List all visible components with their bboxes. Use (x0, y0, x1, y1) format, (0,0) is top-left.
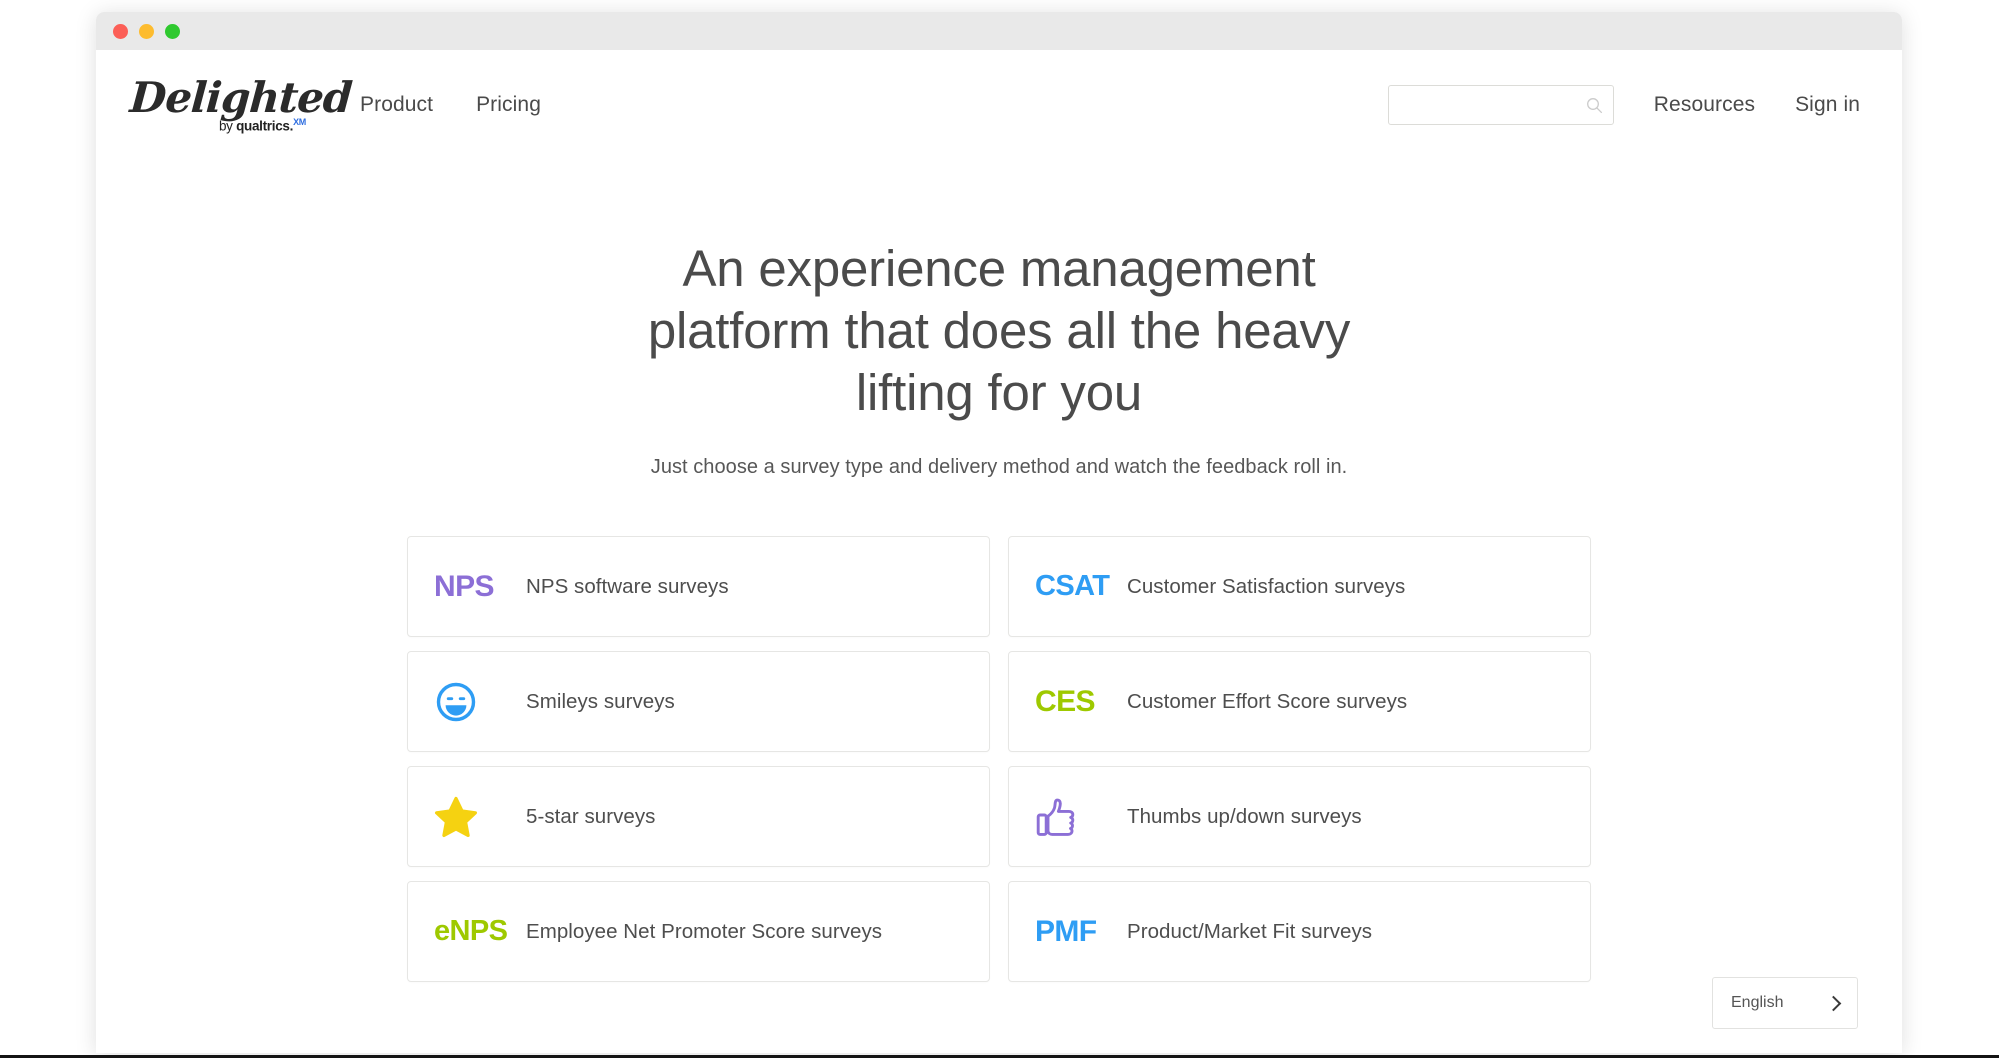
language-selector[interactable]: English (1712, 977, 1858, 1029)
delighted-logo[interactable]: Delighted by qualtrics.XM (128, 72, 354, 134)
logo-wordmark: Delighted (128, 72, 354, 122)
survey-type-card[interactable]: 5-star surveys (407, 766, 990, 867)
search-input[interactable] (1400, 95, 1586, 115)
survey-type-card[interactable]: NPS NPS software surveys (407, 536, 990, 637)
hero-section: An experience management platform that d… (96, 160, 1902, 479)
window-controls (113, 23, 180, 39)
thumbs-up-icon (1035, 795, 1127, 839)
primary-navigation: Product Pricing (360, 93, 541, 117)
survey-type-label: Product/Market Fit surveys (1127, 919, 1373, 943)
survey-type-label: Thumbs up/down surveys (1127, 804, 1362, 828)
survey-type-label: 5-star surveys (526, 804, 656, 828)
survey-type-label: Customer Effort Score surveys (1127, 689, 1408, 713)
star-icon (434, 795, 526, 839)
csat-text-badge: CSAT (1035, 570, 1110, 602)
enps-text-badge: eNPS (434, 915, 508, 947)
header-utility-area: Resources Sign in (1387, 85, 1860, 125)
survey-type-label: Employee Net Promoter Score surveys (526, 919, 883, 943)
survey-type-label: Smileys surveys (526, 689, 675, 713)
page-viewport: Delighted by qualtrics.XM Product Pricin… (96, 50, 1902, 1053)
survey-type-card[interactable]: CES Customer Effort Score surveys (1008, 651, 1591, 752)
browser-window: Delighted by qualtrics.XM Product Pricin… (96, 12, 1902, 1053)
pmf-text-badge: PMF (1035, 914, 1097, 948)
site-header: Delighted by qualtrics.XM Product Pricin… (96, 50, 1902, 160)
nav-link-pricing[interactable]: Pricing (476, 93, 541, 117)
survey-type-card[interactable]: PMF Product/Market Fit surveys (1008, 881, 1591, 982)
close-window-button[interactable] (113, 23, 128, 39)
survey-type-grid: NPS NPS software surveys CSAT Customer Sati… (407, 536, 1591, 982)
survey-type-label: Customer Satisfaction surveys (1127, 574, 1406, 598)
hero-subtitle: Just choose a survey type and delivery m… (650, 456, 1348, 478)
survey-type-card[interactable]: Smileys surveys (407, 651, 990, 752)
survey-type-card[interactable]: eNPS Employee Net Promoter Score surveys (407, 881, 990, 982)
search-box[interactable] (1387, 85, 1614, 125)
survey-type-card[interactable]: CSAT Customer Satisfaction surveys (1008, 536, 1591, 637)
search-icon[interactable] (1586, 97, 1603, 114)
ces-text-badge: CES (1035, 684, 1095, 718)
language-selector-label: English (1731, 994, 1784, 1011)
chevron-right-icon (1825, 995, 1842, 1011)
nav-link-product[interactable]: Product (360, 93, 433, 117)
survey-type-label: NPS software surveys (526, 574, 729, 598)
minimize-window-button[interactable] (139, 23, 154, 39)
survey-type-card[interactable]: Thumbs up/down surveys (1008, 766, 1591, 867)
browser-titlebar (96, 12, 1902, 50)
smiley-icon (434, 680, 526, 724)
nav-link-resources[interactable]: Resources (1654, 93, 1755, 117)
zoom-window-button[interactable] (165, 23, 180, 39)
page-title: An experience management platform that d… (647, 240, 1351, 421)
nav-link-sign-in[interactable]: Sign in (1795, 93, 1860, 117)
nps-text-badge: NPS (434, 569, 494, 603)
